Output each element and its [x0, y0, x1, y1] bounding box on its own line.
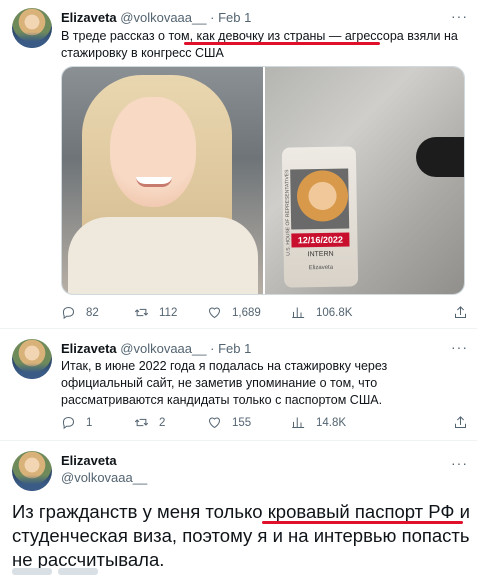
tweet-1[interactable]: Elizaveta @volkovaaa__ · Feb 1 ··· В тре… — [0, 0, 477, 325]
photo-clothing — [68, 217, 258, 294]
avatar[interactable] — [12, 451, 52, 491]
retweet-button[interactable]: 112 — [134, 305, 177, 320]
views-button[interactable]: 106.8K — [291, 305, 352, 320]
tweet-media[interactable]: U.S. HOUSE OF REPRESENTATIVES 12/16/2022… — [61, 66, 465, 295]
intern-badge: U.S. HOUSE OF REPRESENTATIVES 12/16/2022… — [281, 146, 359, 288]
views-count: 106.8K — [316, 306, 353, 319]
more-options-icon[interactable]: ··· — [451, 8, 468, 24]
retweet-icon — [134, 418, 149, 427]
avatar[interactable] — [12, 339, 52, 379]
photo-face — [110, 97, 196, 207]
retweet-count: 2 — [159, 416, 166, 429]
tweet-header: Elizaveta @volkovaaa__ · Feb 1 — [61, 10, 251, 25]
tweet-text-highlight: как девочку из страны — агрессора — [196, 29, 404, 43]
reply-icon — [62, 306, 75, 320]
more-options-icon[interactable]: ··· — [451, 455, 468, 471]
tweet-header: Elizaveta @volkovaaa__ · Feb 1 — [61, 341, 251, 356]
tweet-date[interactable]: Feb 1 — [218, 10, 251, 25]
like-button[interactable]: 1,689 — [207, 305, 261, 320]
retweet-icon — [134, 308, 149, 317]
tweet-text-part: Из гражданств у меня только — [12, 501, 268, 522]
author-handle[interactable]: @volkovaaa__ — [61, 470, 147, 485]
reply-count: 82 — [86, 306, 99, 319]
action-bar: 1 2 155 14.8K — [61, 415, 471, 431]
tweet-2[interactable]: Elizaveta @volkovaaa__ · Feb 1 ··· Итак,… — [0, 329, 477, 437]
reply-button[interactable]: 82 — [61, 305, 99, 320]
reply-count: 1 — [86, 416, 93, 429]
photo-badge[interactable]: U.S. HOUSE OF REPRESENTATIVES 12/16/2022… — [265, 67, 464, 294]
photo-selfie[interactable] — [62, 67, 263, 294]
views-button[interactable]: 14.8K — [291, 415, 346, 430]
tweet-date[interactable]: Feb 1 — [218, 341, 251, 356]
photo-smile — [136, 177, 172, 187]
share-icon — [455, 416, 466, 428]
tweet-text: Итак, в июне 2022 года я подалась на ста… — [61, 359, 388, 407]
author-name[interactable]: Elizaveta — [61, 453, 117, 468]
author-name-line: Elizaveta — [61, 453, 117, 468]
author-name[interactable]: Elizaveta — [61, 341, 117, 356]
views-icon — [292, 307, 305, 318]
action-bar: 82 112 1,689 106.8K — [61, 305, 471, 321]
retweet-count: 112 — [159, 306, 178, 319]
author-name[interactable]: Elizaveta — [61, 10, 117, 25]
cut-off-row — [12, 568, 98, 575]
separator-dot: · — [210, 341, 215, 356]
share-button[interactable] — [453, 305, 468, 320]
author-handle[interactable]: @volkovaaa__ — [120, 10, 206, 25]
like-count: 1,689 — [232, 306, 261, 319]
badge-name: Elizaveta — [308, 264, 334, 272]
heart-icon — [208, 417, 221, 429]
badge-role: INTERN — [307, 250, 334, 259]
red-underline-annotation — [262, 521, 463, 524]
author-handle[interactable]: @volkovaaa__ — [120, 341, 206, 356]
cut-off-text — [12, 568, 52, 575]
reply-button[interactable]: 1 — [61, 415, 92, 430]
share-button[interactable] — [453, 415, 468, 430]
avatar[interactable] — [12, 8, 52, 48]
cut-off-text — [58, 568, 98, 575]
more-options-icon[interactable]: ··· — [451, 339, 468, 355]
heart-icon — [208, 307, 221, 319]
like-button[interactable]: 155 — [207, 415, 251, 430]
tweet-text-part: студенческая виза, поэтому я и на интерв… — [12, 525, 470, 570]
red-underline-annotation — [184, 42, 380, 45]
reply-icon — [62, 416, 75, 430]
tweet-text-highlight: кровавый паспорт РФ и — [267, 501, 470, 522]
photo-shoe — [416, 137, 464, 177]
separator-dot: · — [210, 10, 215, 25]
author-handle-line: @volkovaaa__ — [61, 470, 147, 485]
tweet-text: В треде рассказ о том, как девочку из ст… — [61, 28, 461, 62]
badge-photo — [290, 168, 350, 230]
badge-date: 12/16/2022 — [291, 232, 350, 248]
tweet-text-part: В треде рассказ о том, — [61, 29, 197, 43]
views-icon — [292, 417, 305, 428]
retweet-button[interactable]: 2 — [134, 415, 165, 430]
like-count: 155 — [232, 416, 252, 429]
tweet-text-large: Из гражданств у меня только кровавый пас… — [12, 500, 477, 572]
views-count: 14.8K — [316, 416, 347, 429]
share-icon — [455, 306, 466, 318]
